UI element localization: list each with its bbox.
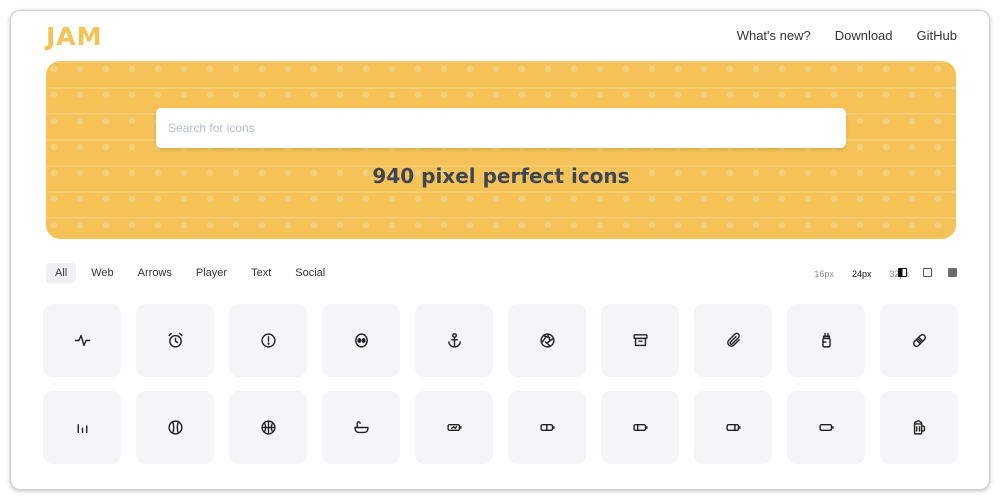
category-tabs: All Web Arrows Player Text Social — [46, 263, 334, 283]
hero-headline: 940 pixel perfect icons — [372, 164, 630, 188]
size-16px[interactable]: 16px — [814, 269, 834, 279]
size-24px[interactable]: 24px — [852, 269, 872, 279]
icon-grid — [43, 304, 958, 464]
icon-tile[interactable] — [787, 391, 865, 464]
top-nav: What's new? Download GitHub — [737, 28, 957, 43]
icon-tile[interactable] — [508, 391, 586, 464]
app-window: JAM What's new? Download GitHub 940 pixe… — [10, 10, 990, 490]
activity-icon — [74, 334, 90, 347]
basketball-icon — [260, 420, 276, 435]
alien-icon — [354, 333, 368, 348]
icon-tile[interactable] — [136, 304, 214, 377]
icon-tile[interactable] — [322, 304, 400, 377]
battery-empty-icon — [818, 423, 834, 432]
alert-icon — [260, 333, 276, 348]
icon-tile[interactable] — [229, 304, 307, 377]
baseball-icon — [167, 420, 183, 435]
icon-tile[interactable] — [415, 391, 493, 464]
icon-tile[interactable] — [136, 391, 214, 464]
icon-tile[interactable] — [694, 391, 772, 464]
icon-tile[interactable] — [322, 391, 400, 464]
alarm-clock-icon — [167, 332, 183, 348]
nav-github[interactable]: GitHub — [917, 28, 957, 43]
bandage-icon — [912, 333, 926, 348]
icon-tile[interactable] — [43, 391, 121, 464]
baby-bottle-icon — [821, 332, 831, 348]
outline-style-icon[interactable] — [923, 268, 932, 277]
tab-all[interactable]: All — [46, 263, 77, 283]
style-mode-selector — [898, 268, 957, 277]
icon-tile[interactable] — [229, 391, 307, 464]
bathtub-icon — [353, 421, 369, 434]
battery-half-icon — [539, 423, 555, 432]
icon-tile[interactable] — [880, 391, 958, 464]
icon-tile[interactable] — [508, 304, 586, 377]
icon-tile[interactable] — [415, 304, 493, 377]
nav-whats-new[interactable]: What's new? — [737, 28, 811, 43]
tab-player[interactable]: Player — [187, 263, 236, 283]
half-filled-style-icon[interactable] — [898, 268, 907, 277]
anchor-icon — [447, 333, 461, 348]
bar-chart-icon — [77, 423, 87, 434]
attachment-icon — [726, 332, 740, 347]
icon-tile[interactable] — [43, 304, 121, 377]
icon-tile[interactable] — [880, 304, 958, 377]
beer-icon — [913, 420, 925, 435]
hero-banner: 940 pixel perfect icons — [46, 61, 956, 239]
tab-social[interactable]: Social — [286, 263, 334, 283]
battery-charging-icon — [446, 423, 462, 432]
icon-tile[interactable] — [601, 304, 679, 377]
tab-web[interactable]: Web — [82, 263, 122, 283]
nav-download[interactable]: Download — [835, 28, 893, 43]
battery-two-thirds-icon — [725, 423, 741, 432]
filled-style-icon[interactable] — [948, 268, 957, 277]
tab-arrows[interactable]: Arrows — [129, 263, 181, 283]
search-input[interactable] — [156, 108, 846, 148]
tab-text[interactable]: Text — [242, 263, 280, 283]
aperture-icon — [539, 333, 555, 348]
logo[interactable]: JAM — [46, 22, 103, 51]
size-selector: 16px 24px 32px — [814, 269, 909, 279]
archive-icon — [632, 334, 648, 347]
battery-one-third-icon — [632, 423, 648, 432]
icon-tile[interactable] — [601, 391, 679, 464]
icon-tile[interactable] — [694, 304, 772, 377]
icon-tile[interactable] — [787, 304, 865, 377]
